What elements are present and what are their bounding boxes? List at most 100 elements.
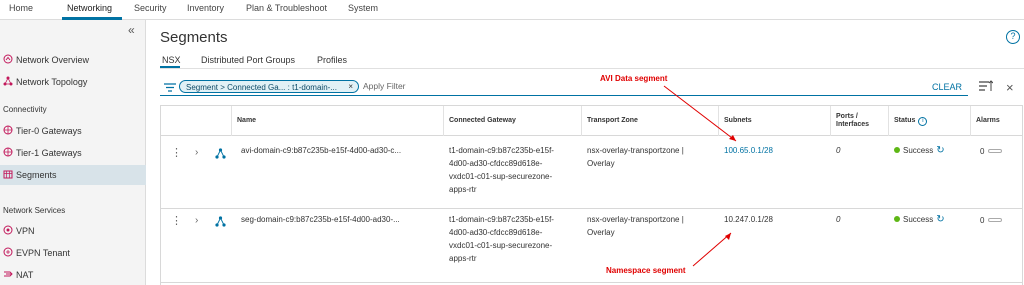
gateway-line: vxdc01-c01-sup-securezone- bbox=[449, 241, 553, 250]
nav-tab-security[interactable]: Security bbox=[134, 3, 167, 13]
zone-line: Overlay bbox=[587, 159, 615, 168]
evpn-icon bbox=[3, 247, 13, 257]
refresh-status-icon[interactable]: ↻ bbox=[936, 214, 944, 225]
column-selector-icon[interactable] bbox=[979, 80, 993, 92]
header-label: Name bbox=[237, 117, 257, 124]
column-header-alarms[interactable]: Alarms bbox=[970, 106, 1022, 136]
sidebar-item-label: Network Overview bbox=[16, 55, 90, 65]
alarms-value: 0 bbox=[980, 216, 985, 225]
network-topology-icon bbox=[3, 76, 13, 86]
ports-count[interactable]: 0 bbox=[836, 144, 840, 157]
gateway-line: vxdc01-c01-sup-securezone- bbox=[449, 172, 553, 181]
segment-name[interactable]: avi-domain-c9:b87c235b-e15f-4d00-ad30-c.… bbox=[241, 144, 401, 157]
column-header-subnets[interactable]: Subnets bbox=[718, 106, 830, 136]
alarm-bar-icon bbox=[988, 149, 1003, 153]
row-actions-icon[interactable]: ⋮ bbox=[171, 214, 182, 227]
expand-row-icon[interactable]: › bbox=[195, 147, 198, 158]
sidebar-item-label: Tier-1 Gateways bbox=[16, 148, 82, 158]
segments-table: Name Connected Gateway Transport Zone Su… bbox=[160, 105, 1023, 285]
refresh-status-icon[interactable]: ↻ bbox=[936, 145, 944, 156]
filter-chip-value: t1-domain-... bbox=[292, 82, 337, 92]
sidebar-item-label: Segments bbox=[16, 170, 57, 180]
header-label: Transport Zone bbox=[587, 117, 638, 124]
sidebar-item-label: VPN bbox=[16, 226, 35, 236]
filter-chip[interactable]: Segment > Connected Ga... : t1-domain-..… bbox=[179, 80, 359, 93]
segment-name[interactable]: seg-domain-c9:b87c235b-e15f-4d00-ad30-..… bbox=[241, 213, 400, 226]
sidebar-item-vpn[interactable]: VPN bbox=[0, 221, 146, 241]
segment-icon bbox=[215, 148, 226, 159]
transport-zone: nsx-overlay-transportzone | Overlay bbox=[587, 144, 684, 170]
nat-icon bbox=[4, 271, 13, 277]
tier0-gateway-icon bbox=[3, 125, 13, 135]
section-network-services: Network Services bbox=[3, 206, 66, 215]
nav-tab-networking[interactable]: Networking bbox=[67, 3, 112, 13]
subtab-divider bbox=[160, 68, 1024, 69]
connected-gateway: t1-domain-c9:b87c235b-e15f- 4d00-ad30-cf… bbox=[449, 213, 554, 265]
network-overview-icon bbox=[3, 54, 13, 64]
nav-tab-home[interactable]: Home bbox=[9, 3, 33, 13]
segments-icon bbox=[3, 170, 13, 179]
help-icon[interactable]: ? bbox=[1006, 30, 1020, 44]
column-header-ports-interfaces[interactable]: Ports / Interfaces bbox=[830, 106, 888, 136]
column-header-connected-gateway[interactable]: Connected Gateway bbox=[443, 106, 581, 136]
column-header-transport-zone[interactable]: Transport Zone bbox=[581, 106, 718, 136]
sidebar-item-segments[interactable]: Segments bbox=[0, 165, 146, 185]
vpn-icon bbox=[3, 225, 13, 235]
gateway-line: 4d00-ad30-cfdcc89d618e- bbox=[449, 228, 543, 237]
table-header: Name Connected Gateway Transport Zone Su… bbox=[161, 106, 1022, 136]
alarms-count[interactable]: 0 bbox=[980, 145, 1003, 158]
filter-chip-text: Segment > Connected Ga... : t1-domain-..… bbox=[186, 83, 337, 92]
column-header-status[interactable]: Status i bbox=[888, 106, 970, 136]
close-filter-icon[interactable]: × bbox=[1006, 80, 1014, 95]
subnet-value[interactable]: 10.247.0.1/28 bbox=[724, 213, 773, 226]
sidebar-item-label: EVPN Tenant bbox=[16, 248, 70, 258]
filter-bar: Segment > Connected Ga... : t1-domain-..… bbox=[160, 79, 968, 96]
connected-gateway: t1-domain-c9:b87c235b-e15f- 4d00-ad30-cf… bbox=[449, 144, 554, 196]
table-row[interactable]: ⋮ › avi-domain-c9:b87c235b-e15f-4d00-ad3… bbox=[161, 136, 1022, 209]
status-badge: Success ↻ bbox=[894, 213, 945, 226]
sidebar-item-tier0-gateways[interactable]: Tier-0 Gateways bbox=[0, 121, 146, 141]
sidebar-item-evpn-tenant[interactable]: EVPN Tenant bbox=[0, 243, 146, 263]
transport-zone: nsx-overlay-transportzone | Overlay bbox=[587, 213, 684, 239]
gateway-line: apps-rtr bbox=[449, 185, 477, 194]
column-header-name[interactable]: Name bbox=[231, 106, 443, 136]
header-label-line2: Interfaces bbox=[836, 121, 870, 128]
sidebar-item-network-topology[interactable]: Network Topology bbox=[0, 72, 146, 92]
header-label: Subnets bbox=[724, 117, 752, 124]
nav-tab-system[interactable]: System bbox=[348, 3, 378, 13]
subnet-link[interactable]: 100.65.0.1/28 bbox=[724, 144, 773, 157]
apply-filter-input[interactable]: Apply Filter bbox=[363, 81, 406, 91]
clear-filter-button[interactable]: CLEAR bbox=[932, 82, 962, 92]
tab-nsx[interactable]: NSX bbox=[162, 55, 181, 65]
zone-line: nsx-overlay-transportzone | bbox=[587, 146, 684, 155]
info-icon[interactable]: i bbox=[918, 116, 928, 126]
sidebar-item-tier1-gateways[interactable]: Tier-1 Gateways bbox=[0, 143, 146, 163]
table-row[interactable]: ⋮ › seg-domain-c9:b87c235b-e15f-4d00-ad3… bbox=[161, 210, 1022, 283]
filter-icon[interactable] bbox=[164, 83, 176, 92]
sidebar-item-network-overview[interactable]: Network Overview bbox=[0, 50, 146, 70]
status-text: Success bbox=[903, 215, 934, 224]
section-connectivity: Connectivity bbox=[3, 105, 47, 114]
remove-filter-icon[interactable]: × bbox=[348, 82, 353, 91]
status-text: Success bbox=[903, 146, 934, 155]
ports-count[interactable]: 0 bbox=[836, 213, 840, 226]
tab-profiles[interactable]: Profiles bbox=[317, 55, 347, 65]
filter-chip-label: Segment > Connected Ga... : bbox=[186, 82, 293, 92]
zone-line: nsx-overlay-transportzone | bbox=[587, 215, 684, 224]
gateway-line: t1-domain-c9:b87c235b-e15f- bbox=[449, 146, 554, 155]
tier1-gateway-icon bbox=[3, 147, 13, 157]
row-actions-icon[interactable]: ⋮ bbox=[171, 146, 182, 159]
nav-tab-inventory[interactable]: Inventory bbox=[187, 3, 224, 13]
tab-distributed-port-groups[interactable]: Distributed Port Groups bbox=[201, 55, 295, 65]
nav-tab-plan-troubleshoot[interactable]: Plan & Troubleshoot bbox=[246, 3, 327, 13]
header-label-line1: Ports / bbox=[836, 113, 858, 120]
alarms-value: 0 bbox=[980, 147, 985, 156]
sidebar-item-nat[interactable]: NAT bbox=[0, 265, 146, 285]
zone-line: Overlay bbox=[587, 228, 615, 237]
collapse-sidebar-button[interactable]: « bbox=[128, 23, 135, 37]
alarms-count[interactable]: 0 bbox=[980, 214, 1003, 227]
alarm-bar-icon bbox=[988, 218, 1003, 222]
header-label: Connected Gateway bbox=[449, 117, 516, 124]
gateway-line: 4d00-ad30-cfdcc89d618e- bbox=[449, 159, 543, 168]
expand-row-icon[interactable]: › bbox=[195, 215, 198, 226]
